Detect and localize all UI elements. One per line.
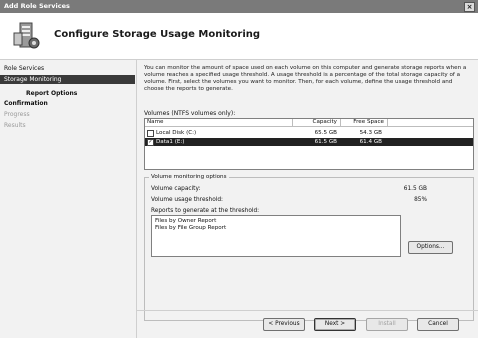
- volume-capacity: 61.5 GB: [314, 139, 337, 145]
- report-item: Files by File Group Report: [155, 225, 227, 231]
- nav-item-label: Storage Monitoring: [4, 76, 62, 83]
- volumes-list[interactable]: Name Capacity Free Space Local Disk (C:)…: [144, 118, 474, 170]
- close-icon[interactable]: ×: [464, 2, 475, 12]
- window-title: Add Role Services: [4, 2, 70, 10]
- wizard-nav: Role Services Storage Monitoring Report …: [0, 60, 137, 338]
- description-text: You can monitor the amount of space used…: [144, 65, 467, 92]
- capacity-value: 61.5 GB: [403, 186, 427, 192]
- column-header-name[interactable]: Name: [145, 119, 293, 126]
- server-role-icon: [13, 22, 40, 49]
- install-button: Install: [366, 318, 408, 331]
- reports-label: Reports to generate at the threshold:: [151, 208, 260, 214]
- volume-checkbox-checked[interactable]: ✓: [147, 139, 154, 146]
- wizard-header: Configure Storage Usage Monitoring: [0, 13, 478, 60]
- volume-free-space: 54.3 GB: [359, 130, 382, 136]
- nav-item-label: Role Services: [4, 65, 45, 72]
- volume-capacity: 65.5 GB: [314, 130, 337, 136]
- nav-item-results: Results: [4, 121, 26, 130]
- nav-item-label: Progress: [4, 111, 30, 118]
- volumes-label: Volumes (NTFS volumes only):: [144, 110, 236, 117]
- capacity-label: Volume capacity:: [151, 186, 201, 192]
- reports-list[interactable]: Files by Owner Report Files by File Grou…: [151, 215, 401, 257]
- column-header-free-space[interactable]: Free Space: [341, 119, 388, 126]
- title-bar: Add Role Services ×: [0, 0, 478, 13]
- group-legend: Volume monitoring options: [149, 174, 229, 180]
- wizard-content: You can monitor the amount of space used…: [137, 60, 478, 338]
- report-item: Files by Owner Report: [155, 218, 217, 224]
- volumes-list-header: Name Capacity Free Space: [145, 119, 473, 127]
- volume-row-selected[interactable]: ✓ Data1 (E:) 61.5 GB 61.4 GB: [145, 138, 473, 146]
- volume-free-space: 61.4 GB: [359, 139, 382, 145]
- volume-name: Data1 (E:): [156, 139, 185, 145]
- next-button[interactable]: Next >: [314, 318, 356, 331]
- previous-button[interactable]: < Previous: [263, 318, 305, 331]
- nav-item-report-options[interactable]: Report Options: [26, 89, 77, 98]
- nav-item-role-services[interactable]: Role Services: [4, 64, 44, 73]
- page-title: Configure Storage Usage Monitoring: [54, 29, 261, 40]
- volume-monitoring-options-group: Volume monitoring options Volume capacit…: [144, 174, 474, 321]
- volume-row[interactable]: Local Disk (C:) 65.5 GB 54.3 GB: [145, 129, 473, 137]
- cancel-button[interactable]: Cancel: [417, 318, 459, 331]
- column-header-capacity[interactable]: Capacity: [293, 119, 341, 126]
- volume-checkbox[interactable]: [147, 130, 154, 137]
- nav-item-label: Confirmation: [4, 100, 48, 107]
- nav-item-label: Report Options: [26, 90, 78, 97]
- threshold-label: Volume usage threshold:: [151, 197, 223, 203]
- add-role-services-window: Add Role Services × Configure Storage Us…: [0, 0, 478, 338]
- options-button[interactable]: Options...: [408, 241, 453, 254]
- nav-item-confirmation[interactable]: Confirmation: [4, 99, 48, 108]
- threshold-value: 85%: [414, 197, 427, 203]
- nav-item-storage-monitoring[interactable]: Storage Monitoring: [0, 75, 135, 84]
- nav-item-progress: Progress: [4, 110, 30, 119]
- nav-item-label: Results: [4, 122, 26, 129]
- footer-divider: [137, 310, 478, 311]
- volume-name: Local Disk (C:): [156, 130, 197, 136]
